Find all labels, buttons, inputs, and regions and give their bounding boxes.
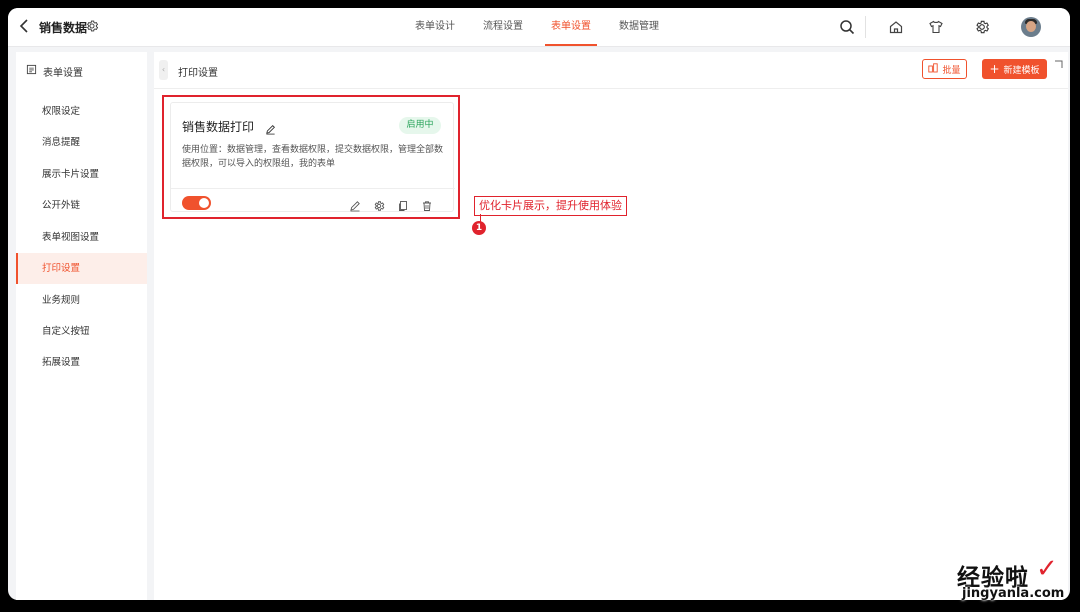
sidebar-header-label: 表单设置 (43, 67, 83, 79)
sidebar-item-notifications[interactable]: 消息提醒 (16, 127, 147, 158)
page-title: 打印设置 (178, 68, 218, 79)
annotation-callout: 优化卡片展示，提升使用体验 (474, 196, 627, 216)
sidebar-item-extensions[interactable]: 拓展设置 (16, 347, 147, 378)
sidebar-header: 表单设置 (26, 64, 83, 79)
batch-button[interactable]: 批量 (922, 59, 967, 79)
top-bar: 销售数据 表单设计 流程设置 表单设置 数据管理 (8, 8, 1070, 47)
new-template-button[interactable]: + 新建模板 (982, 59, 1047, 79)
sidebar-item-public-link[interactable]: 公开外链 (16, 190, 147, 221)
form-settings-icon (26, 64, 37, 78)
card-divider (171, 188, 455, 189)
settings-icon[interactable] (373, 197, 385, 211)
sidebar-item-print-settings[interactable]: 打印设置 (16, 253, 147, 284)
card-title: 销售数据打印 (182, 120, 255, 134)
sidebar-item-permissions[interactable]: 权限设定 (16, 96, 147, 127)
user-avatar[interactable] (1021, 17, 1041, 37)
plus-icon: + (989, 62, 1000, 76)
corner-bracket-icon (1054, 54, 1064, 68)
tshirt-icon[interactable] (928, 19, 944, 35)
tab-data-management[interactable]: 数据管理 (605, 8, 673, 46)
collapse-sidebar-handle[interactable]: ‹ (159, 60, 168, 80)
enable-toggle[interactable] (182, 196, 211, 210)
search-icon[interactable] (839, 19, 855, 35)
tab-flow-settings[interactable]: 流程设置 (469, 8, 537, 46)
batch-icon (928, 62, 939, 76)
batch-label: 批量 (942, 65, 961, 76)
main-panel: ‹ 打印设置 批量 + 新建模板 销售数据打印 启用中 使用位置：数据管理，查看… (154, 52, 1068, 600)
copy-icon[interactable] (397, 197, 409, 211)
edit-title-icon[interactable] (265, 120, 276, 135)
sidebar-item-business-rules[interactable]: 业务规则 (16, 285, 147, 316)
edit-icon[interactable] (349, 197, 361, 212)
app-title: 销售数据 (39, 21, 88, 35)
watermark-check-icon: ✓ (1036, 554, 1058, 584)
settings-gear-icon[interactable] (974, 19, 990, 35)
app-window: 销售数据 表单设计 流程设置 表单设置 数据管理 表单设置 权限设定 消息提醒 … (8, 8, 1070, 600)
card-description: 使用位置：数据管理，查看数据权限，提交数据权限，管理全部数据权限，可以导入的权限… (182, 145, 444, 169)
watermark-url: jingyanla.com (962, 586, 1065, 601)
annotation-number-badge: 1 (472, 221, 486, 235)
new-template-label: 新建模板 (1003, 65, 1040, 76)
sidebar-item-display-card[interactable]: 展示卡片设置 (16, 159, 147, 190)
app-settings-gear-icon[interactable] (85, 18, 99, 32)
print-template-card[interactable]: 销售数据打印 启用中 使用位置：数据管理，查看数据权限，提交数据权限，管理全部数… (170, 102, 455, 212)
back-arrow-icon[interactable] (18, 18, 32, 34)
status-badge: 启用中 (399, 117, 441, 134)
sidebar-item-form-view[interactable]: 表单视图设置 (16, 222, 147, 253)
tab-form-settings[interactable]: 表单设置 (537, 8, 605, 46)
sidebar-item-custom-buttons[interactable]: 自定义按钮 (16, 316, 147, 347)
main-header: ‹ 打印设置 批量 + 新建模板 (154, 52, 1068, 89)
tab-form-design[interactable]: 表单设计 (401, 8, 469, 46)
delete-trash-icon[interactable] (421, 197, 433, 211)
settings-sidebar: 表单设置 权限设定 消息提醒 展示卡片设置 公开外链 表单视图设置 打印设置 业… (16, 52, 147, 600)
toolbar-divider (865, 16, 866, 38)
home-icon[interactable] (888, 19, 904, 35)
main-tabs: 表单设计 流程设置 表单设置 数据管理 (401, 8, 673, 46)
